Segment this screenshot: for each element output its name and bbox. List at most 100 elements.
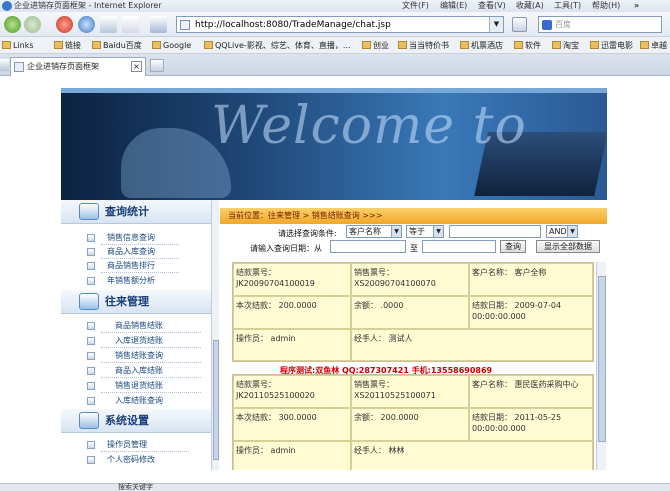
forward-icon[interactable] xyxy=(24,16,41,33)
sidebar-item-return-settle[interactable]: 入库退货结账 xyxy=(61,334,211,348)
results-scrollbar[interactable] xyxy=(596,262,606,470)
link-item[interactable]: QQLive-影视、综艺、体育、直播，... xyxy=(204,37,364,54)
sidebar-item-sales-settle[interactable]: 商品销售结账 xyxy=(61,319,211,333)
operator: 操作员： admin xyxy=(233,329,351,361)
amazon-icon xyxy=(640,41,649,49)
search-placeholder: 百度 xyxy=(555,20,571,29)
section-query-stats[interactable]: 查询统计 xyxy=(61,200,211,224)
link-item[interactable]: 链接 xyxy=(54,37,81,54)
folder-icon xyxy=(514,41,523,49)
sidebar-item-settle-query[interactable]: 销售结账查询 xyxy=(61,349,211,363)
sidebar-item-sales-ranking[interactable]: 商品销售排行 xyxy=(61,259,211,273)
sidebar-item-stock-settle-query[interactable]: 入库结账查询 xyxy=(61,394,211,408)
home-icon[interactable] xyxy=(100,16,117,33)
sidebar-item-annual-analysis[interactable]: 年销售额分析 xyxy=(61,274,211,288)
item-icon xyxy=(87,367,95,375)
link-item[interactable]: 淘宝 xyxy=(552,37,579,54)
balance: 余额： .0000 xyxy=(351,296,469,329)
link-item[interactable]: 迅雷电影 xyxy=(590,37,633,54)
to-label: 至 xyxy=(410,244,418,253)
link-item[interactable]: 软件 xyxy=(514,37,541,54)
search-box[interactable]: 百度 xyxy=(538,16,662,33)
link-item[interactable]: Google xyxy=(152,37,191,54)
query-value-input[interactable] xyxy=(449,225,541,238)
settle-number: 结款票号：JK20090704100019 xyxy=(233,263,351,296)
links-label[interactable]: Links xyxy=(2,37,34,54)
settle-date: 结款日期： 2009-07-04 00:00:00.000 xyxy=(469,296,593,329)
date-label: 请输入查询日期：从 xyxy=(250,244,322,253)
link-item[interactable]: Baidu百度 xyxy=(92,37,142,54)
computer-icon xyxy=(79,293,99,310)
search-button[interactable]: 查询 xyxy=(500,240,526,253)
menu-help[interactable]: 帮助(H) xyxy=(592,0,620,12)
scrollbar-thumb[interactable] xyxy=(598,276,606,442)
operator-select[interactable]: 等于 ▼ xyxy=(406,225,444,238)
back-icon[interactable] xyxy=(4,16,21,33)
item-icon xyxy=(87,397,95,405)
sidebar-item-stock-in-query[interactable]: 商品入库查询 xyxy=(61,245,211,259)
ticket-icon xyxy=(460,41,469,49)
menu-favorites[interactable]: 收藏(A) xyxy=(516,0,544,12)
item-icon xyxy=(87,322,95,330)
go-button[interactable] xyxy=(512,17,527,32)
menu-file[interactable]: 文件(F) xyxy=(402,0,429,12)
address-dropdown-icon[interactable]: ▼ xyxy=(489,17,503,32)
end-date-input[interactable] xyxy=(422,240,496,253)
sidebar-item-sales-query[interactable]: 销售信息查询 xyxy=(61,231,211,245)
link-item[interactable]: 机票酒店 xyxy=(460,37,503,54)
breadcrumb-text: 当前位置：往来管理 > 销售结账查询 >>> xyxy=(228,211,383,220)
baidu-icon xyxy=(542,20,552,30)
link-item[interactable]: 当当特价书 xyxy=(398,37,449,54)
item-icon xyxy=(87,234,95,242)
field-select[interactable]: 客户名称 ▼ xyxy=(346,225,402,238)
section-system-settings[interactable]: 系统设置 xyxy=(61,409,211,433)
pencil-icon xyxy=(79,203,99,220)
sidebar-scrollbar[interactable] xyxy=(211,200,219,470)
google-icon xyxy=(152,41,161,49)
address-url[interactable]: http://localhost:8080/TradeManage/chat.j… xyxy=(195,17,391,33)
sidebar-item-operator-mgmt[interactable]: 操作员管理 xyxy=(61,438,211,452)
stop-icon[interactable] xyxy=(56,16,73,33)
menu-view[interactable]: 查看(V) xyxy=(478,0,506,12)
tab-bar: 企业进销存页面框架 × xyxy=(0,54,670,76)
item-icon xyxy=(87,382,95,390)
item-icon xyxy=(87,277,95,285)
start-date-input[interactable] xyxy=(330,240,406,253)
settle-date: 结款日期： 2011-05-25 00:00:00.000 xyxy=(469,408,593,441)
taobao-icon xyxy=(552,41,561,49)
page-icon xyxy=(14,62,24,72)
status-bar: 搜索关键字 xyxy=(0,483,670,491)
section-accounts[interactable]: 往来管理 xyxy=(61,290,211,314)
folder-icon xyxy=(362,41,371,49)
new-tab-button[interactable] xyxy=(150,59,164,72)
breadcrumb: 当前位置：往来管理 > 销售结账查询 >>> xyxy=(220,208,607,224)
results-area: 结款票号：JK20090704100019 销售票号：XS20090704100… xyxy=(220,262,607,470)
menu-tools[interactable]: 工具(T) xyxy=(554,0,581,12)
tab-list-icon[interactable] xyxy=(0,59,9,71)
scrollbar-thumb[interactable] xyxy=(213,340,219,460)
settle-amount: 本次结款： 300.0000 xyxy=(233,408,351,441)
sidebar-item-stock-settle[interactable]: 商品入库结账 xyxy=(61,364,211,378)
title-bar: 企业进销存页面框架 - Internet Explorer 文件(F) 编辑(E… xyxy=(0,0,670,12)
tab-title: 企业进销存页面框架 xyxy=(27,62,99,71)
record-card: 结款票号：JK20110525100020 销售票号：XS20110525100… xyxy=(232,374,594,470)
banner-text: Welcome to xyxy=(211,96,527,156)
qqlive-icon xyxy=(204,41,213,49)
print-icon[interactable] xyxy=(122,16,139,33)
menu-edit[interactable]: 编辑(E) xyxy=(440,0,467,12)
menu-expand-icon[interactable]: » xyxy=(634,0,639,12)
tab-active[interactable]: 企业进销存页面框架 × xyxy=(10,57,146,76)
link-item[interactable]: 卓越 xyxy=(640,37,670,54)
sidebar-item-sales-return-settle[interactable]: 销售退货结账 xyxy=(61,379,211,393)
balance: 余额： 200.0000 xyxy=(351,408,469,441)
refresh-icon[interactable] xyxy=(78,16,95,33)
chevron-down-icon: ▼ xyxy=(433,226,443,237)
show-all-button[interactable]: 显示全部数据 xyxy=(536,240,600,253)
address-bar[interactable]: http://localhost:8080/TradeManage/chat.j… xyxy=(176,16,504,33)
close-tab-icon[interactable]: × xyxy=(131,61,142,72)
link-item[interactable]: 创业 xyxy=(362,37,389,54)
sidebar-item-change-password[interactable]: 个人密码修改 xyxy=(61,453,211,467)
logic-select[interactable]: AND ▼ xyxy=(546,225,578,238)
customer-name: 客户名称： 惠民医药采购中心 xyxy=(469,375,593,408)
favorites-icon[interactable] xyxy=(150,16,167,33)
